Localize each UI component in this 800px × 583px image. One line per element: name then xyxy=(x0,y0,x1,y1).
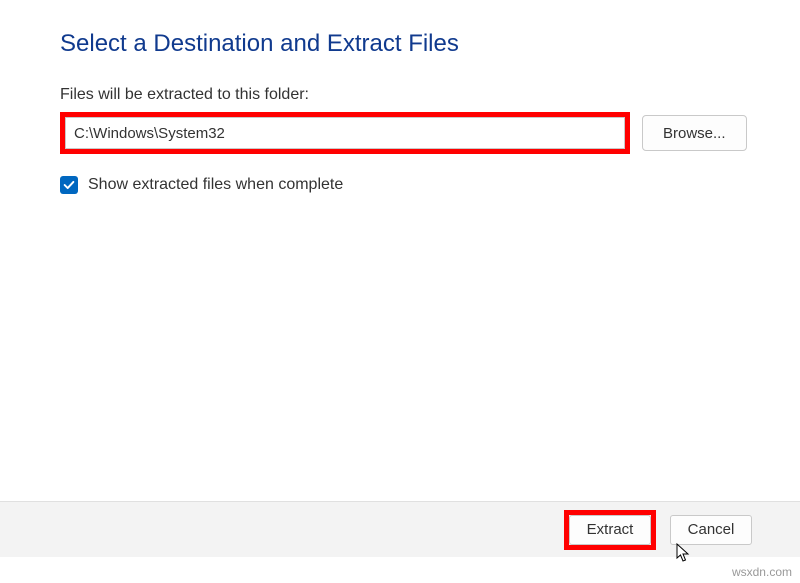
checkmark-icon xyxy=(62,178,76,192)
dialog-content: Select a Destination and Extract Files F… xyxy=(0,0,800,214)
path-highlight xyxy=(60,112,630,154)
show-extracted-label: Show extracted files when complete xyxy=(88,176,343,194)
dialog-footer: Extract Cancel xyxy=(0,501,800,557)
folder-label: Files will be extracted to this folder: xyxy=(60,86,740,104)
extract-highlight: Extract xyxy=(564,510,656,550)
cancel-button[interactable]: Cancel xyxy=(670,515,752,545)
page-title: Select a Destination and Extract Files xyxy=(60,30,740,58)
extract-button[interactable]: Extract xyxy=(569,515,651,545)
path-row: Browse... xyxy=(60,112,740,154)
browse-button[interactable]: Browse... xyxy=(642,115,747,151)
destination-path-input[interactable] xyxy=(65,117,625,149)
watermark: wsxdn.com xyxy=(732,565,792,579)
show-extracted-row: Show extracted files when complete xyxy=(60,176,740,194)
show-extracted-checkbox[interactable] xyxy=(60,176,78,194)
